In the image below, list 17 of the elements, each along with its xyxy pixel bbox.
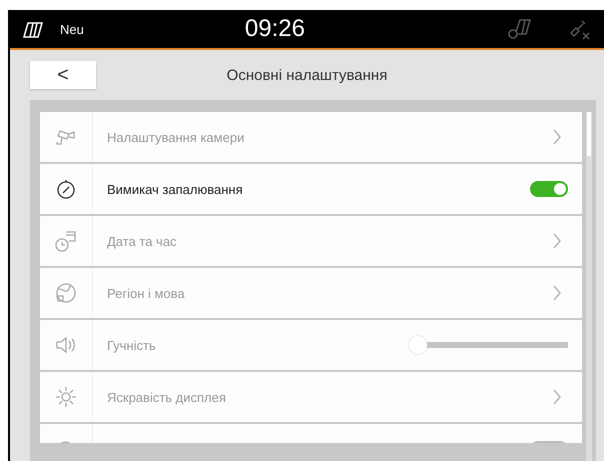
row-label: Яскравість дисплея	[107, 390, 227, 404]
globe-icon	[54, 281, 78, 305]
toggle-switch[interactable]	[530, 181, 568, 197]
row-label: Вимикач запалювання	[107, 182, 244, 196]
row-label: Налаштування камери	[107, 130, 246, 144]
row-label: Гучність	[107, 338, 157, 352]
status-label: Neu	[60, 22, 84, 36]
scrollbar[interactable]	[586, 112, 592, 461]
machine-icon	[506, 18, 532, 40]
clock-calendar-icon	[54, 229, 78, 253]
back-button[interactable]: <	[30, 61, 96, 89]
page-title: Основні налаштування	[226, 66, 388, 84]
row-label: Регіон і мова	[107, 286, 186, 300]
row-label: Дата та час	[107, 234, 178, 248]
clock-time: 09:26	[244, 15, 306, 43]
sun-icon	[54, 385, 78, 409]
settings-row[interactable]: Вимикач запалювання	[40, 164, 582, 214]
